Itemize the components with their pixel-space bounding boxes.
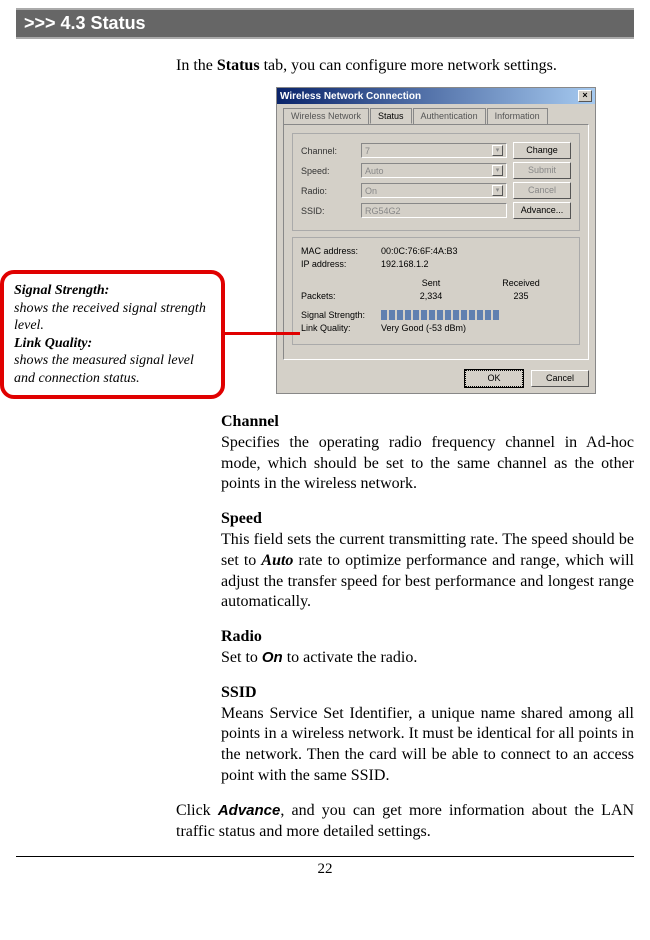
submit-button[interactable]: Submit	[513, 162, 571, 179]
chevron-down-icon: ▾	[492, 185, 503, 196]
intro-pre: In the	[176, 57, 217, 74]
ssid-section: SSID Means Service Set Identifier, a uni…	[221, 683, 634, 787]
ok-button[interactable]: OK	[465, 370, 523, 387]
tab-information[interactable]: Information	[487, 108, 548, 124]
signal-strength-bar	[381, 310, 501, 320]
sent-header: Sent	[381, 278, 481, 288]
cancel-button[interactable]: Cancel	[513, 182, 571, 199]
packets-received: 235	[481, 291, 561, 301]
speed-section: Speed This field sets the current transm…	[221, 509, 634, 613]
radio-heading: Radio	[221, 627, 634, 648]
dialog-titlebar: Wireless Network Connection ×	[277, 88, 595, 104]
speed-heading: Speed	[221, 509, 634, 530]
section-header: >>> 4.3 Status	[16, 8, 634, 39]
tab-label: Wireless Network	[291, 111, 361, 121]
radio-section: Radio Set to On to activate the radio.	[221, 627, 634, 669]
channel-value: 7	[365, 146, 370, 156]
dialog-button-row: OK Cancel	[277, 366, 595, 393]
radio-value: On	[365, 186, 377, 196]
dialog-title: Wireless Network Connection	[280, 91, 421, 102]
btn-label: Cancel	[546, 373, 574, 383]
footer-advance-em: Advance	[218, 802, 281, 819]
channel-dropdown[interactable]: 7 ▾	[361, 143, 507, 158]
settings-group: Channel: 7 ▾ Change Speed: Auto ▾ Submit	[292, 133, 580, 231]
dialog-window: Wireless Network Connection × Wireless N…	[276, 87, 596, 394]
btn-label: Submit	[528, 165, 556, 175]
radio-body-2: to activate the radio.	[283, 649, 418, 666]
speed-label: Speed:	[301, 166, 361, 176]
radio-body-1: Set to	[221, 649, 262, 666]
callout-title-1: Signal Strength:	[14, 283, 109, 298]
dialog-cancel-button[interactable]: Cancel	[531, 370, 589, 387]
tab-strip: Wireless Network Status Authentication I…	[277, 104, 595, 124]
chevron-down-icon: ▾	[492, 165, 503, 176]
intro-bold: Status	[217, 57, 260, 74]
mac-label: MAC address:	[301, 246, 381, 256]
link-quality-label: Link Quality:	[301, 323, 381, 333]
close-icon[interactable]: ×	[578, 90, 592, 102]
channel-section: Channel Specifies the operating radio fr…	[221, 412, 634, 495]
intro-post: tab, you can configure more network sett…	[260, 57, 557, 74]
tab-status[interactable]: Status	[370, 108, 412, 124]
callout-box: Signal Strength: shows the received sign…	[0, 270, 225, 399]
channel-label: Channel:	[301, 146, 361, 156]
channel-body: Specifies the operating radio frequency …	[221, 434, 634, 493]
radio-label: Radio:	[301, 186, 361, 196]
footer-paragraph: Click Advance, and you can get more info…	[176, 801, 634, 843]
received-header: Received	[481, 278, 561, 288]
btn-label: Cancel	[528, 185, 556, 195]
info-group: MAC address: 00:0C:76:6F:4A:B3 IP addres…	[292, 237, 580, 345]
link-quality-value: Very Good (-53 dBm)	[381, 323, 466, 333]
tab-label: Status	[378, 111, 404, 121]
btn-label: OK	[487, 373, 500, 383]
callout-desc-1: shows the received signal strength level…	[14, 301, 206, 334]
btn-label: Change	[526, 145, 558, 155]
speed-dropdown[interactable]: Auto ▾	[361, 163, 507, 178]
ssid-heading: SSID	[221, 683, 634, 704]
packets-sent: 2,334	[381, 291, 481, 301]
tab-authentication[interactable]: Authentication	[413, 108, 486, 124]
signal-strength-label: Signal Strength:	[301, 310, 381, 320]
change-button[interactable]: Change	[513, 142, 571, 159]
footer-pre: Click	[176, 802, 218, 819]
page-footer: 22	[16, 856, 634, 878]
intro-paragraph: In the Status tab, you can configure mor…	[176, 57, 634, 75]
ssid-body: Means Service Set Identifier, a unique n…	[221, 705, 634, 784]
packets-label: Packets:	[301, 291, 381, 301]
ip-value: 192.168.1.2	[381, 259, 429, 269]
tab-label: Information	[495, 111, 540, 121]
tab-wireless-network[interactable]: Wireless Network	[283, 108, 369, 124]
ssid-label: SSID:	[301, 206, 361, 216]
mac-value: 00:0C:76:6F:4A:B3	[381, 246, 458, 256]
callout-title-2: Link Quality:	[14, 336, 92, 351]
radio-on-em: On	[262, 649, 283, 666]
chevron-down-icon: ▾	[492, 145, 503, 156]
advance-button[interactable]: Advance...	[513, 202, 571, 219]
tab-label: Authentication	[421, 111, 478, 121]
btn-label: Advance...	[521, 205, 564, 215]
ssid-field[interactable]: RG54G2	[361, 203, 507, 218]
page-number: 22	[318, 861, 333, 877]
callout-desc-2: shows the measured signal level and conn…	[14, 353, 194, 386]
ip-label: IP address:	[301, 259, 381, 269]
callout-pointer	[224, 332, 300, 335]
section-title: >>> 4.3 Status	[24, 13, 146, 33]
dialog-panel: Channel: 7 ▾ Change Speed: Auto ▾ Submit	[283, 124, 589, 360]
radio-dropdown[interactable]: On ▾	[361, 183, 507, 198]
channel-heading: Channel	[221, 412, 634, 433]
speed-value: Auto	[365, 166, 384, 176]
ssid-value: RG54G2	[365, 206, 401, 216]
speed-auto-em: Auto	[261, 552, 293, 569]
